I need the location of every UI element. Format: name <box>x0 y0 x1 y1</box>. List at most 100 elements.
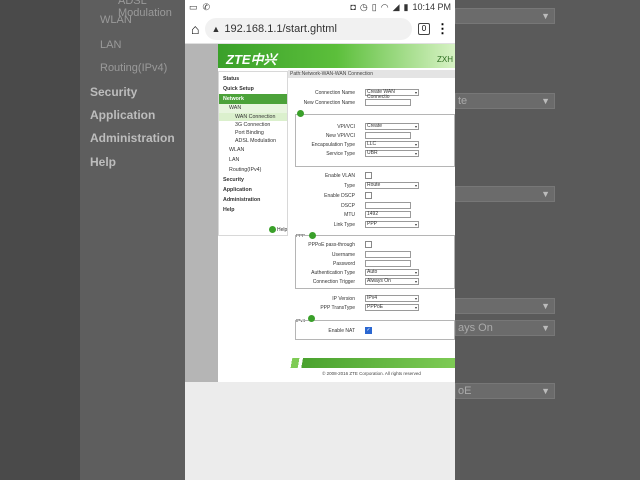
sidebar-item-port-binding[interactable]: Port Binding <box>219 129 287 137</box>
ip-version-row: IP Version IPv4 ▾ <box>288 295 455 303</box>
connection-name-row: Connection Name Create WAN Connectio ▾ <box>288 89 455 100</box>
sidebar-item-wan[interactable]: WAN <box>219 104 287 113</box>
vpi-vci-select[interactable]: Create ▾ <box>365 123 419 130</box>
sidebar-item-network[interactable]: Network <box>219 94 287 104</box>
help-link-label: Help <box>277 226 288 233</box>
bg-select-text: oE <box>458 385 472 397</box>
connection-name-label: Connection Name <box>314 90 355 96</box>
link-type-label: Link Type <box>333 222 355 228</box>
menu-icon[interactable]: ⋮ <box>436 21 449 37</box>
wifi-icon: ◠ <box>380 1 389 12</box>
tab-count: 0 <box>421 24 427 33</box>
bg-nav-item: Application <box>90 108 156 122</box>
encapsulation-value: LLC <box>367 141 377 147</box>
chevron-down-icon: ▼ <box>541 386 550 396</box>
enable-vlan-label: Enable VLAN <box>324 173 355 179</box>
encapsulation-select[interactable]: LLC ▾ <box>365 141 419 148</box>
service-type-select[interactable]: UBR ▾ <box>365 150 419 157</box>
router-sidebar: Status Quick Setup Network WAN WAN Conne… <box>218 71 288 236</box>
chevron-down-icon: ▼ <box>541 301 550 311</box>
bg-select: oE ▼ <box>455 383 555 399</box>
pppoe-passthrough-row: PPPoE pass-through <box>288 241 455 249</box>
mtu-label: MTU <box>344 212 355 218</box>
phone-screen: ▭ ✆ ◘ ◷ ▯ ◠ ◢ ▮ 10:14 PM ⌂ ▲ 192.168.1.1… <box>185 0 455 480</box>
chevron-down-icon: ▾ <box>414 296 417 301</box>
conn-trigger-label: Connection Trigger <box>312 279 355 285</box>
help-icon <box>269 226 276 233</box>
new-vpi-vci-input[interactable] <box>365 132 411 139</box>
home-icon[interactable]: ⌂ <box>191 21 199 37</box>
url-text[interactable]: 192.168.1.1/start.ghtml <box>224 23 337 35</box>
username-input[interactable] <box>365 251 411 258</box>
nfc-icon: ◘ <box>350 2 356 12</box>
ppp-legend: PPP <box>296 233 306 238</box>
chevron-down-icon: ▼ <box>541 11 550 21</box>
address-bar[interactable]: ▲ 192.168.1.1/start.ghtml <box>205 17 412 40</box>
service-type-label: Service Type <box>326 151 355 157</box>
enable-dscp-checkbox[interactable] <box>365 192 372 199</box>
bg-select: ▼ <box>455 8 555 24</box>
sidebar-item-lan[interactable]: LAN <box>219 155 287 165</box>
section-icon <box>297 110 304 117</box>
section-icon <box>309 232 316 239</box>
cast-icon: ▭ <box>189 1 198 12</box>
signal-icon: ◢ <box>392 1 400 12</box>
footer-stripe <box>278 358 455 368</box>
sidebar-item-help[interactable]: Help <box>219 205 287 215</box>
alarm-icon: ◷ <box>359 1 368 12</box>
mtu-input[interactable]: 1492 <box>365 211 411 218</box>
sidebar-item-wan-connection[interactable]: WAN Connection <box>219 113 287 121</box>
background-left: ADSL Modulation WLAN LAN Routing(IPv4) S… <box>0 0 185 480</box>
ipv4-legend: IPv4 <box>296 318 306 323</box>
link-type-select[interactable]: PPP ▾ <box>365 221 419 228</box>
ip-version-select[interactable]: IPv4 ▾ <box>365 295 419 302</box>
router-page: ZTE中兴 ZXH Path:Network-WAN-WAN Connectio… <box>218 44 455 382</box>
enable-nat-label: Enable NAT <box>328 328 355 334</box>
tab-switcher-button[interactable]: 0 <box>418 22 430 35</box>
sidebar-item-3g-connection[interactable]: 3G Connection <box>219 121 287 129</box>
breadcrumb: Path:Network-WAN-WAN Connection <box>288 70 455 78</box>
dscp-input[interactable] <box>365 202 411 209</box>
auth-type-select[interactable]: Auto ▾ <box>365 269 419 276</box>
sidebar-item-wlan[interactable]: WLAN <box>219 145 287 155</box>
section-icon <box>308 315 315 322</box>
chevron-down-icon: ▾ <box>414 305 417 310</box>
username-label: Username <box>331 252 355 258</box>
new-connection-name-row: New Connection Name <box>288 99 455 107</box>
enable-vlan-checkbox[interactable] <box>365 172 372 179</box>
pppoe-passthrough-checkbox[interactable] <box>365 241 372 248</box>
bg-nav-item: WLAN <box>100 14 132 26</box>
sidebar-item-application[interactable]: Application <box>219 185 287 195</box>
sidebar-item-administration[interactable]: Administration <box>219 195 287 205</box>
bg-nav-item: LAN <box>100 39 122 51</box>
ppp-transtype-row: PPP TransType PPPoE ▾ <box>288 304 455 312</box>
connection-name-select[interactable]: Create WAN Connectio ▾ <box>365 89 419 100</box>
enable-nat-checkbox[interactable]: ✓ <box>365 327 372 334</box>
type-select[interactable]: Route ▾ <box>365 182 419 189</box>
conn-trigger-select[interactable]: Always On ▾ <box>365 278 419 285</box>
ppp-transtype-select[interactable]: PPPoE ▾ <box>365 304 419 311</box>
sidebar-item-quick-setup[interactable]: Quick Setup <box>219 84 287 94</box>
status-time: 10:14 PM <box>412 2 451 12</box>
password-input[interactable] <box>365 260 411 267</box>
service-type-value: UBR <box>367 150 378 156</box>
type-row: Type Route ▾ <box>288 182 455 190</box>
sidebar-item-status[interactable]: Status <box>219 74 287 84</box>
ppp-transtype-value: PPPoE <box>367 304 384 310</box>
bg-nav-item: Help <box>90 155 117 169</box>
encapsulation-row: Encapsulation Type LLC ▾ <box>288 141 455 149</box>
new-vpi-vci-row: New VPI/VCI <box>288 132 455 140</box>
conn-trigger-row: Connection Trigger Always On ▾ <box>288 278 455 286</box>
new-connection-name-input[interactable] <box>365 99 411 106</box>
bg-select: te ▼ <box>455 93 555 109</box>
help-link[interactable]: Help <box>269 226 287 233</box>
auth-type-row: Authentication Type Auto ▾ <box>288 269 455 277</box>
enable-nat-row: Enable NAT ✓ <box>288 327 455 335</box>
auth-type-value: Auto <box>367 269 378 275</box>
sidebar-item-security[interactable]: Security <box>219 175 287 185</box>
enable-dscp-label: Enable DSCP <box>324 193 355 199</box>
sidebar-item-routing-ipv4[interactable]: Routing(IPv4) <box>219 165 287 175</box>
chevron-down-icon: ▼ <box>541 323 550 333</box>
sidebar-item-adsl-modulation[interactable]: ADSL Modulation <box>219 137 287 145</box>
dscp-row: DSCP <box>288 202 455 210</box>
